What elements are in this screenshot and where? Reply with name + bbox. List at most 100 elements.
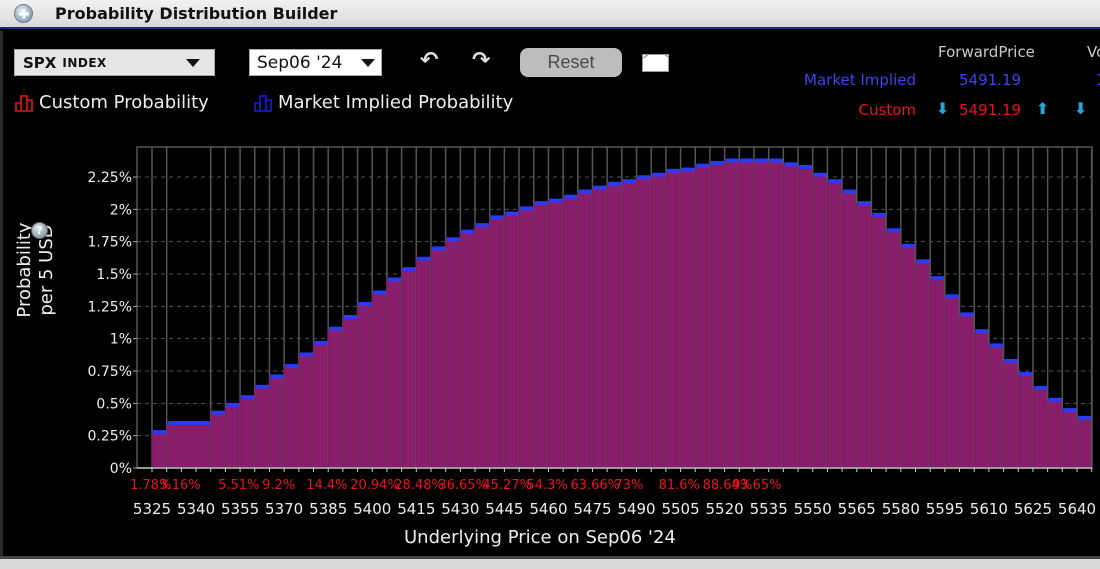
market-implied-cap	[343, 314, 358, 319]
market-implied-cap	[446, 237, 461, 242]
custom-probability-bar	[650, 175, 667, 469]
market-implied-cap	[769, 158, 784, 163]
market-implied-cap	[270, 374, 285, 379]
market-implied-cap	[534, 201, 549, 206]
market-implied-cap	[431, 246, 446, 251]
custom-probability-bar	[416, 259, 432, 469]
market-implied-cap	[696, 163, 710, 168]
market-implied-cap	[314, 340, 329, 345]
custom-probability-bar	[885, 231, 902, 469]
market-implied-cap	[931, 276, 945, 281]
custom-probability-bar	[327, 329, 344, 469]
cumulative-probability-label: 5.51%	[218, 478, 259, 493]
x-tick-label: 5595	[926, 500, 964, 518]
cumulative-probability-label: 45.27%	[482, 478, 532, 493]
market-implied-cap	[241, 395, 255, 400]
market-implied-cap	[520, 206, 534, 211]
x-tick-label: 5475	[573, 500, 611, 518]
cumulative-probability-label: 81.6%	[659, 478, 700, 493]
custom-probability-bar	[695, 166, 711, 469]
custom-probability-bar	[548, 201, 564, 469]
custom-probability-bar	[900, 246, 916, 469]
custom-probability-bar	[753, 161, 769, 469]
market-implied-cap	[1063, 408, 1077, 413]
market-implied-cap	[666, 168, 681, 173]
custom-probability-bar	[856, 203, 872, 469]
custom-probability-bar	[592, 188, 608, 469]
y-tick-label: 1.75%	[88, 235, 132, 251]
market-implied-cap	[490, 215, 505, 220]
market-implied-cap	[887, 228, 901, 233]
market-implied-cap	[901, 243, 916, 248]
y-tick-label: 0.25%	[88, 429, 132, 445]
market-implied-cap	[681, 167, 696, 172]
cumulative-probability-label: 9.2%	[262, 478, 295, 493]
custom-probability-bar	[724, 161, 740, 469]
custom-probability-bar	[166, 423, 211, 469]
market-implied-cap	[652, 172, 666, 177]
x-axis-title: Underlying Price on Sep06 '24	[404, 527, 676, 548]
custom-probability-bar	[871, 215, 887, 469]
cumulative-probability-label: 93.65%	[732, 478, 782, 493]
x-tick-label: 5430	[441, 500, 479, 518]
market-implied-cap	[387, 277, 402, 282]
market-implied-cap	[1033, 386, 1048, 391]
custom-probability-bar	[827, 181, 843, 469]
custom-probability-bar	[1076, 418, 1092, 469]
custom-probability-bar	[959, 315, 975, 469]
cumulative-probability-label: 63.66%	[570, 478, 620, 493]
market-implied-cap	[417, 256, 431, 261]
custom-probability-bar	[988, 346, 1004, 469]
custom-probability-bar	[210, 413, 226, 469]
cumulative-probability-label: 3.16%	[159, 478, 200, 493]
market-implied-cap	[476, 223, 490, 228]
cumulative-probability-label: 28.48%	[394, 478, 444, 493]
custom-probability-bar	[460, 232, 476, 469]
market-implied-cap	[226, 402, 241, 407]
market-implied-cap	[167, 421, 211, 426]
x-tick-label: 5505	[661, 500, 699, 518]
y-tick-label: 0%	[110, 461, 132, 477]
x-tick-label: 5565	[838, 500, 876, 518]
x-tick-label: 5370	[265, 500, 303, 518]
market-implied-cap	[960, 312, 975, 317]
cumulative-probability-label: 54.3%	[526, 478, 567, 493]
x-tick-label: 5355	[221, 500, 259, 518]
market-implied-cap	[740, 158, 754, 163]
custom-probability-bar	[783, 165, 799, 469]
custom-probability-bar	[342, 317, 358, 469]
market-implied-cap	[608, 181, 622, 186]
market-implied-cap	[373, 290, 387, 295]
y-tick-label: 1.5%	[96, 267, 132, 283]
x-tick-label: 5520	[706, 500, 744, 518]
market-implied-cap	[1019, 371, 1033, 376]
probability-chart[interactable]: 0% 0.25% 0.5% 0.75% 1% 1.25% 1.5% 1.75% 2% 2.25% 1…	[0, 0, 1100, 569]
y-tick-label: 2.25%	[88, 170, 132, 186]
custom-probability-bar	[1062, 410, 1078, 469]
custom-probability-bar	[915, 262, 931, 469]
custom-probability-bar	[504, 214, 520, 469]
market-implied-cap	[153, 430, 167, 435]
market-implied-cap	[402, 267, 417, 272]
market-implied-cap	[813, 172, 828, 177]
x-tick-label: 5445	[485, 500, 523, 518]
y-tick-label: 2%	[110, 202, 132, 218]
custom-probability-bar	[768, 161, 784, 469]
custom-probability-bar	[518, 209, 534, 469]
market-implied-cap	[725, 158, 740, 163]
market-implied-cap	[299, 352, 314, 357]
cumulative-probability-label: 14.4%	[306, 478, 347, 493]
custom-probability-bar	[665, 171, 681, 469]
custom-probability-bar	[533, 203, 549, 469]
market-implied-cap	[593, 185, 608, 190]
custom-probability-bar	[357, 304, 373, 469]
custom-probability-bar	[283, 366, 300, 469]
custom-probability-bar	[606, 184, 623, 469]
custom-probability-bar	[151, 432, 167, 469]
custom-probability-bar	[680, 170, 696, 469]
x-tick-label: 5400	[353, 500, 391, 518]
custom-probability-bar	[474, 225, 490, 469]
bottom-panel-edge	[0, 556, 1100, 569]
cumulative-probability-label: 20.94%	[350, 478, 400, 493]
market-implied-cap	[255, 384, 270, 389]
